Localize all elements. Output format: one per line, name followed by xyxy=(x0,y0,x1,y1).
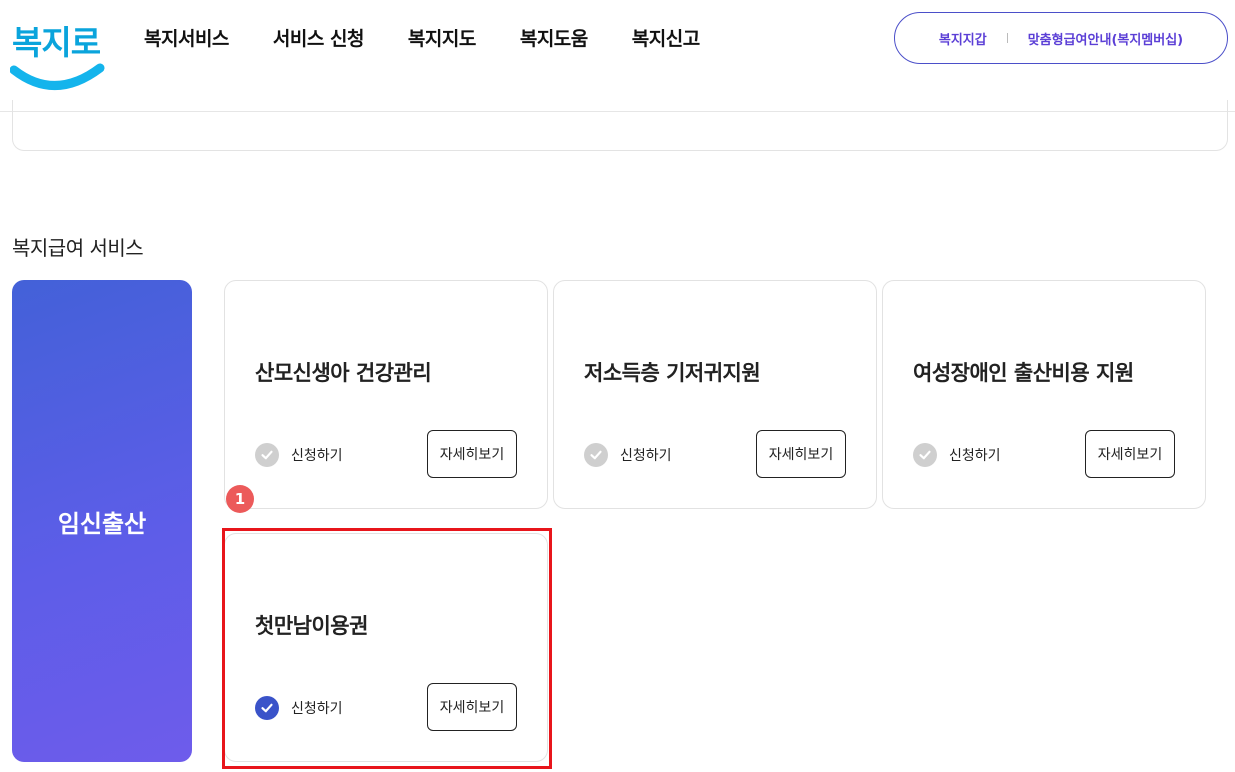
step-badge: 1 xyxy=(226,485,254,513)
check-circle-icon[interactable] xyxy=(913,443,937,467)
card-title: 저소득층 기저귀지원 xyxy=(584,361,761,385)
nav-welfare-help[interactable]: 복지도움 xyxy=(520,24,588,51)
category-pregnancy-childbirth[interactable]: 임신출산 xyxy=(12,280,192,762)
nav-welfare-services[interactable]: 복지서비스 xyxy=(144,24,229,51)
nav-welfare-map[interactable]: 복지지도 xyxy=(408,24,476,51)
site-header: 복지로 복지서비스 서비스 신청 복지지도 복지도움 복지신고 복지지갑 맞춤형… xyxy=(0,0,1235,112)
view-details-button[interactable]: 자세히보기 xyxy=(427,430,517,478)
nav-service-application[interactable]: 서비스 신청 xyxy=(273,24,365,51)
header-quick-links: 복지지갑 맞춤형급여안내(복지멤버십) xyxy=(894,12,1228,64)
card-title: 여성장애인 출산비용 지원 xyxy=(913,361,1134,385)
apply-option[interactable]: 신청하기 xyxy=(584,443,672,467)
service-card-diaper-support: 저소득층 기저귀지원 신청하기 자세히보기 xyxy=(553,280,877,509)
apply-label: 신청하기 xyxy=(620,448,672,464)
apply-label: 신청하기 xyxy=(949,448,1001,464)
view-details-button[interactable]: 자세히보기 xyxy=(756,430,846,478)
nav-welfare-report[interactable]: 복지신고 xyxy=(632,24,700,51)
welfare-wallet-link[interactable]: 복지지갑 xyxy=(939,29,987,48)
logo-smile xyxy=(10,63,105,90)
welfare-membership-link[interactable]: 맞춤형급여안내(복지멤버십) xyxy=(1028,29,1183,48)
service-card-postnatal-care: 산모신생아 건강관리 신청하기 자세히보기 xyxy=(224,280,548,509)
collapsed-panel xyxy=(12,100,1228,151)
highlight-box xyxy=(222,528,552,769)
logo-text: 복지로 xyxy=(12,23,101,62)
category-label: 임신출산 xyxy=(57,509,147,538)
check-circle-icon[interactable] xyxy=(584,443,608,467)
apply-label: 신청하기 xyxy=(291,448,343,464)
section-title: 복지급여 서비스 xyxy=(12,236,144,260)
main-nav: 복지서비스 서비스 신청 복지지도 복지도움 복지신고 xyxy=(144,24,744,51)
bokjiro-logo[interactable]: 복지로 xyxy=(10,10,105,95)
apply-option[interactable]: 신청하기 xyxy=(255,443,343,467)
check-circle-icon[interactable] xyxy=(255,443,279,467)
view-details-button[interactable]: 자세히보기 xyxy=(1085,430,1175,478)
service-card-disabled-women-childbirth: 여성장애인 출산비용 지원 신청하기 자세히보기 xyxy=(882,280,1206,509)
card-title: 산모신생아 건강관리 xyxy=(255,361,432,385)
link-divider xyxy=(1006,33,1008,43)
apply-option[interactable]: 신청하기 xyxy=(913,443,1001,467)
